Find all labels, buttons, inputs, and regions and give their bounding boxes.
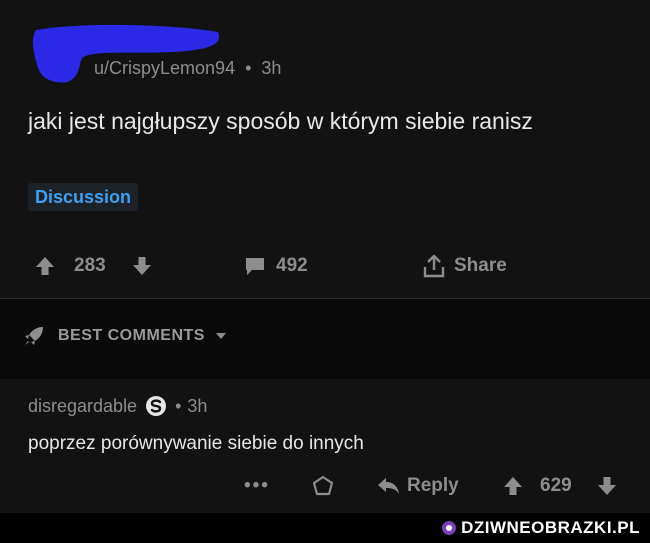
arrow-up-icon (504, 477, 522, 495)
comments-button[interactable]: 492 (244, 248, 308, 284)
post-card: u/CrispyLemon94 • 3h jaki jest najgłupsz… (0, 0, 650, 299)
watermark: DZIWNEOBRAZKI.PL (441, 517, 640, 539)
arrow-down-icon (598, 477, 616, 495)
post-title[interactable]: jaki jest najgłupszy sposób w którym sie… (28, 104, 628, 139)
arrow-down-icon (133, 257, 151, 275)
rocket-icon (25, 327, 43, 345)
post-flair[interactable]: Discussion (28, 183, 139, 211)
award-button[interactable] (312, 469, 334, 503)
post-score: 283 (74, 255, 106, 276)
comment-action-row: ••• Reply 629 (0, 469, 650, 503)
s-badge-icon (146, 396, 167, 416)
sort-label: BEST COMMENTS (58, 327, 205, 344)
sort-dropdown[interactable]: BEST COMMENTS (22, 324, 227, 348)
comment-author[interactable]: disregardable (28, 396, 137, 417)
watermark-bar: DZIWNEOBRAZKI.PL (0, 513, 650, 543)
post-action-row: 283 492 Share (0, 248, 650, 284)
sort-bar: BEST COMMENTS (0, 299, 650, 379)
comment-meta: disregardable • 3h (28, 395, 207, 417)
arrow-up-icon (36, 257, 54, 275)
reply-arrow-icon (378, 478, 399, 494)
comment-body: poprzez porównywanie siebie do innych (28, 433, 364, 454)
downvote-button[interactable] (131, 248, 153, 284)
comment-age: 3h (187, 395, 208, 416)
post-meta: u/CrispyLemon94 • 3h (94, 58, 281, 79)
share-label: Share (454, 255, 507, 276)
comment-card: disregardable • 3h poprzez porównywanie … (0, 379, 650, 513)
downvote-button[interactable] (596, 469, 618, 503)
more-options-button[interactable]: ••• (244, 469, 270, 503)
upvote-button[interactable] (34, 248, 56, 284)
reply-label: Reply (407, 475, 459, 496)
chevron-down-icon (215, 333, 226, 339)
watermark-text: DZIWNEOBRAZKI.PL (461, 518, 640, 537)
reply-button[interactable]: Reply (376, 469, 459, 503)
speech-bubble-icon (246, 258, 264, 275)
upvote-button[interactable] (502, 469, 524, 503)
meta-separator: • (175, 395, 182, 416)
post-author[interactable]: u/CrispyLemon94 (94, 58, 235, 78)
watermark-logo-icon (442, 521, 457, 535)
meta-separator: • (245, 58, 252, 78)
award-icon (312, 475, 334, 496)
comment-score: 629 (540, 475, 572, 496)
share-button[interactable]: Share (422, 248, 507, 284)
post-age: 3h (261, 58, 282, 78)
share-icon (423, 254, 445, 278)
comments-count: 492 (276, 255, 308, 276)
